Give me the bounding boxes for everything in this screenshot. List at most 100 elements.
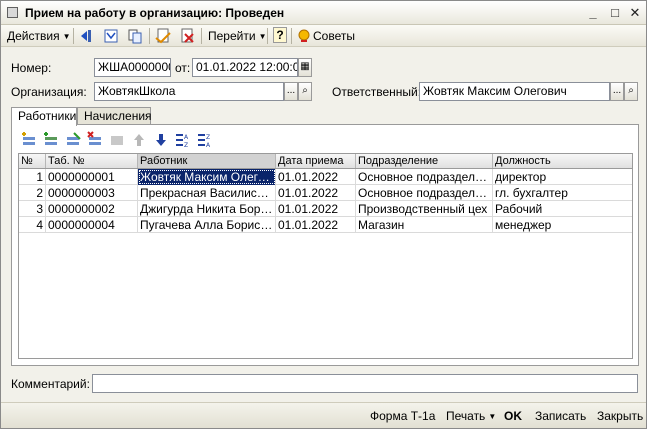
column-header-hire-date[interactable]: Дата приема bbox=[276, 154, 356, 168]
print-label: Печать bbox=[446, 409, 486, 423]
bottom-button-bar: Форма Т-1а Печать ▼ OK Записать Закрыть bbox=[1, 402, 646, 428]
column-header-tab-number[interactable]: Таб. № bbox=[46, 154, 138, 168]
worker-cell[interactable]: Жовтяк Максим Олегович bbox=[138, 169, 276, 185]
svg-text:A: A bbox=[206, 142, 211, 149]
organization-select-button[interactable]: ... bbox=[284, 82, 298, 101]
row-number: 2 bbox=[19, 185, 46, 201]
form-t1a-button[interactable]: Форма Т-1а bbox=[370, 407, 435, 425]
workers-panel: AZ ZA № Таб. № Работник Дата приема Подр… bbox=[11, 124, 639, 366]
close-icon[interactable]: ✕ bbox=[627, 5, 643, 21]
number-field[interactable]: ЖША0000000 bbox=[94, 58, 171, 77]
svg-text:A: A bbox=[184, 134, 189, 141]
hire-date-cell[interactable]: 01.01.2022 bbox=[276, 169, 356, 185]
copy-row-icon[interactable] bbox=[42, 131, 60, 149]
title-bar: Прием на работу в организацию: Проведен … bbox=[1, 1, 646, 25]
row-number: 4 bbox=[19, 217, 46, 233]
responsible-field[interactable]: Жовтяк Максим Олегович bbox=[419, 82, 610, 101]
minimize-icon[interactable]: _ bbox=[585, 5, 601, 21]
row-number: 3 bbox=[19, 201, 46, 217]
main-toolbar: Действия ▼ Перейти ▼ ? Советы bbox=[1, 25, 646, 47]
workers-table[interactable]: № Таб. № Работник Дата приема Подразделе… bbox=[18, 153, 633, 359]
print-menu-button[interactable]: Печать ▼ bbox=[446, 407, 496, 425]
responsible-search-icon[interactable]: ⌕ bbox=[624, 82, 638, 101]
department-cell[interactable]: Производственный цех bbox=[356, 201, 493, 217]
position-cell[interactable]: директор bbox=[493, 169, 632, 185]
end-edit-icon bbox=[111, 136, 123, 145]
toolbar-separator bbox=[291, 28, 292, 44]
position-cell[interactable]: Рабочий bbox=[493, 201, 632, 217]
tab-accruals[interactable]: Начисления bbox=[77, 107, 152, 125]
tips-label: Советы bbox=[313, 29, 355, 43]
department-cell[interactable]: Магазин bbox=[356, 217, 493, 233]
column-header-worker[interactable]: Работник bbox=[138, 154, 276, 168]
save-button[interactable]: Записать bbox=[535, 407, 586, 425]
department-cell[interactable]: Основное подразделение bbox=[356, 185, 493, 201]
document-window: Прием на работу в организацию: Проведен … bbox=[0, 0, 647, 429]
toolbar-separator bbox=[73, 28, 74, 44]
calendar-icon[interactable]: ▦ bbox=[298, 58, 312, 77]
position-cell[interactable]: гл. бухгалтер bbox=[493, 185, 632, 201]
table-header: № Таб. № Работник Дата приема Подразделе… bbox=[19, 154, 632, 169]
svg-text:Z: Z bbox=[184, 142, 188, 149]
tab-number-cell[interactable]: 0000000001 bbox=[46, 169, 138, 185]
comment-label: Комментарий: bbox=[11, 377, 90, 391]
ok-button[interactable]: OK bbox=[504, 407, 522, 425]
tab-number-cell[interactable]: 0000000003 bbox=[46, 185, 138, 201]
actions-menu-button[interactable]: Действия ▼ bbox=[7, 27, 71, 45]
back-arrow-icon[interactable] bbox=[79, 28, 95, 44]
add-row-icon[interactable] bbox=[20, 131, 38, 149]
date-from-label: от: bbox=[175, 61, 191, 75]
close-button[interactable]: Закрыть bbox=[597, 407, 643, 425]
unpost-document-icon[interactable] bbox=[179, 28, 195, 44]
goto-menu-button[interactable]: Перейти ▼ bbox=[208, 27, 266, 45]
move-up-icon bbox=[134, 134, 144, 146]
copy-docs-icon[interactable] bbox=[127, 28, 143, 44]
position-cell[interactable]: менеджер bbox=[493, 217, 632, 233]
organization-search-icon[interactable]: ⌕ bbox=[298, 82, 312, 101]
tab-number-cell[interactable]: 0000000004 bbox=[46, 217, 138, 233]
structure-icon[interactable] bbox=[103, 28, 119, 44]
column-header-department[interactable]: Подразделение bbox=[356, 154, 493, 168]
tab-workers[interactable]: Работники bbox=[11, 107, 77, 126]
worker-cell[interactable]: Джигурда Никита Бори... bbox=[138, 201, 276, 217]
department-cell[interactable]: Основное подразделение bbox=[356, 169, 493, 185]
table-row[interactable]: 2 0000000003 Прекрасная Василиса ... 01.… bbox=[19, 185, 632, 201]
table-row[interactable]: 1 0000000001 Жовтяк Максим Олегович 01.0… bbox=[19, 169, 632, 185]
sort-ascending-icon[interactable]: AZ bbox=[174, 131, 192, 149]
table-row[interactable]: 4 0000000004 Пугачева Алла Борисовна 01.… bbox=[19, 217, 632, 233]
organization-field[interactable]: ЖовтякШкола bbox=[94, 82, 284, 101]
responsible-select-button[interactable]: ... bbox=[610, 82, 624, 101]
toolbar-separator bbox=[267, 28, 268, 44]
window-title: Прием на работу в организацию: Проведен bbox=[25, 6, 285, 20]
actions-label: Действия bbox=[7, 29, 60, 43]
delete-row-icon[interactable] bbox=[86, 131, 104, 149]
sort-descending-icon[interactable]: ZA bbox=[196, 131, 214, 149]
worker-cell[interactable]: Прекрасная Василиса ... bbox=[138, 185, 276, 201]
goto-label: Перейти bbox=[208, 29, 256, 43]
maximize-icon[interactable]: □ bbox=[607, 5, 623, 21]
hire-date-cell[interactable]: 01.01.2022 bbox=[276, 217, 356, 233]
toolbar-separator bbox=[149, 28, 150, 44]
organization-label: Организация: bbox=[11, 85, 87, 99]
svg-text:Z: Z bbox=[206, 134, 210, 141]
row-number: 1 bbox=[19, 169, 46, 185]
date-field[interactable]: 01.01.2022 12:00:00 bbox=[192, 58, 298, 77]
hire-date-cell[interactable]: 01.01.2022 bbox=[276, 185, 356, 201]
hire-date-cell[interactable]: 01.01.2022 bbox=[276, 201, 356, 217]
table-row[interactable]: 3 0000000002 Джигурда Никита Бори... 01.… bbox=[19, 201, 632, 217]
responsible-label: Ответственный: bbox=[332, 85, 422, 99]
move-down-icon[interactable] bbox=[152, 131, 170, 149]
help-button[interactable]: ? bbox=[273, 27, 287, 43]
tab-number-cell[interactable]: 0000000002 bbox=[46, 201, 138, 217]
column-header-number[interactable]: № bbox=[19, 154, 46, 168]
tips-icon bbox=[298, 29, 310, 42]
worker-cell[interactable]: Пугачева Алла Борисовна bbox=[138, 217, 276, 233]
column-header-position[interactable]: Должность bbox=[493, 154, 632, 168]
post-document-icon[interactable] bbox=[155, 28, 171, 44]
comment-field[interactable] bbox=[92, 374, 638, 393]
document-icon bbox=[7, 7, 18, 18]
toolbar-separator bbox=[201, 28, 202, 44]
edit-row-icon[interactable] bbox=[64, 131, 82, 149]
number-label: Номер: bbox=[11, 61, 52, 75]
tips-button[interactable]: Советы bbox=[296, 27, 355, 45]
